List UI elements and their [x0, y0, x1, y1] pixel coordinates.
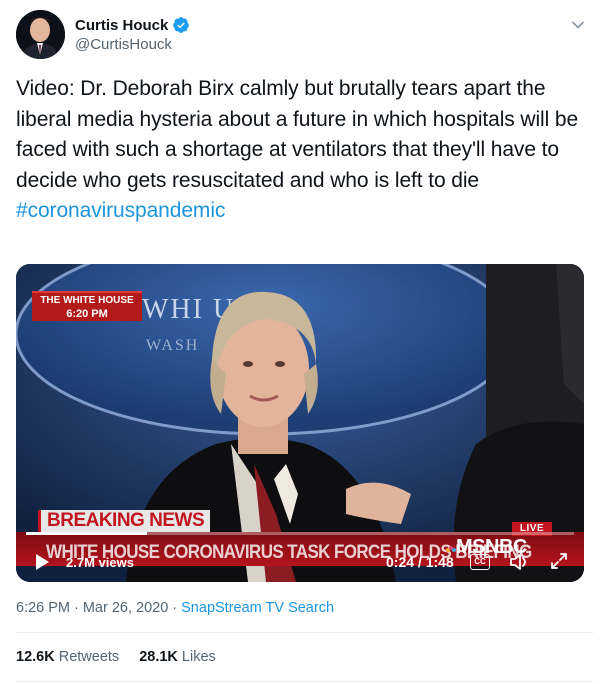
tweet-date[interactable]: Mar 26, 2020 — [83, 600, 168, 616]
video-player[interactable]: WHI USE WASH THE WHITE HOUSE 6:20 PM BRE… — [16, 264, 584, 582]
tweet-source-link[interactable]: SnapStream TV Search — [181, 600, 334, 616]
likes-label: Likes — [181, 649, 216, 665]
meta-separator: · — [172, 600, 178, 616]
author-handle[interactable]: @CurtisHouck — [75, 36, 172, 53]
video-progress-fill — [26, 532, 147, 535]
divider — [16, 632, 593, 633]
likes-count: 28.1K — [139, 649, 178, 665]
location-label: THE WHITE HOUSE — [40, 295, 134, 306]
hashtag-link[interactable]: #coronaviruspandemic — [16, 196, 225, 227]
tweet-body: Video: Dr. Deborah Birx calmly but bruta… — [16, 77, 579, 192]
chevron-down-icon — [572, 21, 584, 29]
tweet-meta: 6:26 PM · Mar 26, 2020 · SnapStream TV S… — [16, 600, 334, 616]
author-name-row[interactable]: Curtis Houck — [75, 16, 190, 34]
video-timecode: 0:24 / 1:48 — [386, 554, 454, 570]
profile-photo-icon — [16, 10, 65, 59]
fullscreen-icon[interactable] — [549, 551, 569, 571]
breaking-news-label: BREAKING NEWS — [38, 510, 211, 532]
retweets-count: 12.6K — [16, 649, 55, 665]
divider — [16, 681, 593, 682]
tweet-text: Video: Dr. Deborah Birx calmly but bruta… — [16, 74, 586, 227]
network-location-bug: THE WHITE HOUSE 6:20 PM — [32, 291, 142, 321]
tweet-header: Curtis Houck @CurtisHouck — [16, 10, 593, 60]
play-icon[interactable] — [33, 553, 51, 571]
more-options-button[interactable] — [567, 14, 589, 36]
avatar[interactable] — [16, 10, 65, 59]
video-progress-bar[interactable] — [26, 532, 574, 535]
broadcast-time: 6:20 PM — [66, 307, 108, 320]
peacock-logo-icon — [446, 546, 456, 552]
volume-icon[interactable] — [508, 551, 530, 573]
tweet-time[interactable]: 6:26 PM — [16, 600, 70, 616]
engagement-stats: 12.6K Retweets 28.1K Likes — [16, 649, 216, 665]
likes-stat[interactable]: 28.1K Likes — [139, 649, 216, 665]
backdrop-text-bottom: WASH — [146, 337, 199, 354]
retweets-label: Retweets — [58, 649, 120, 665]
retweets-stat[interactable]: 12.6K Retweets — [16, 649, 119, 665]
meta-separator: · — [74, 600, 79, 616]
display-name[interactable]: Curtis Houck — [75, 17, 168, 34]
closed-captions-button[interactable]: CC — [470, 554, 490, 570]
view-count: 2.7M views — [66, 555, 134, 570]
verified-badge-icon — [173, 17, 190, 33]
